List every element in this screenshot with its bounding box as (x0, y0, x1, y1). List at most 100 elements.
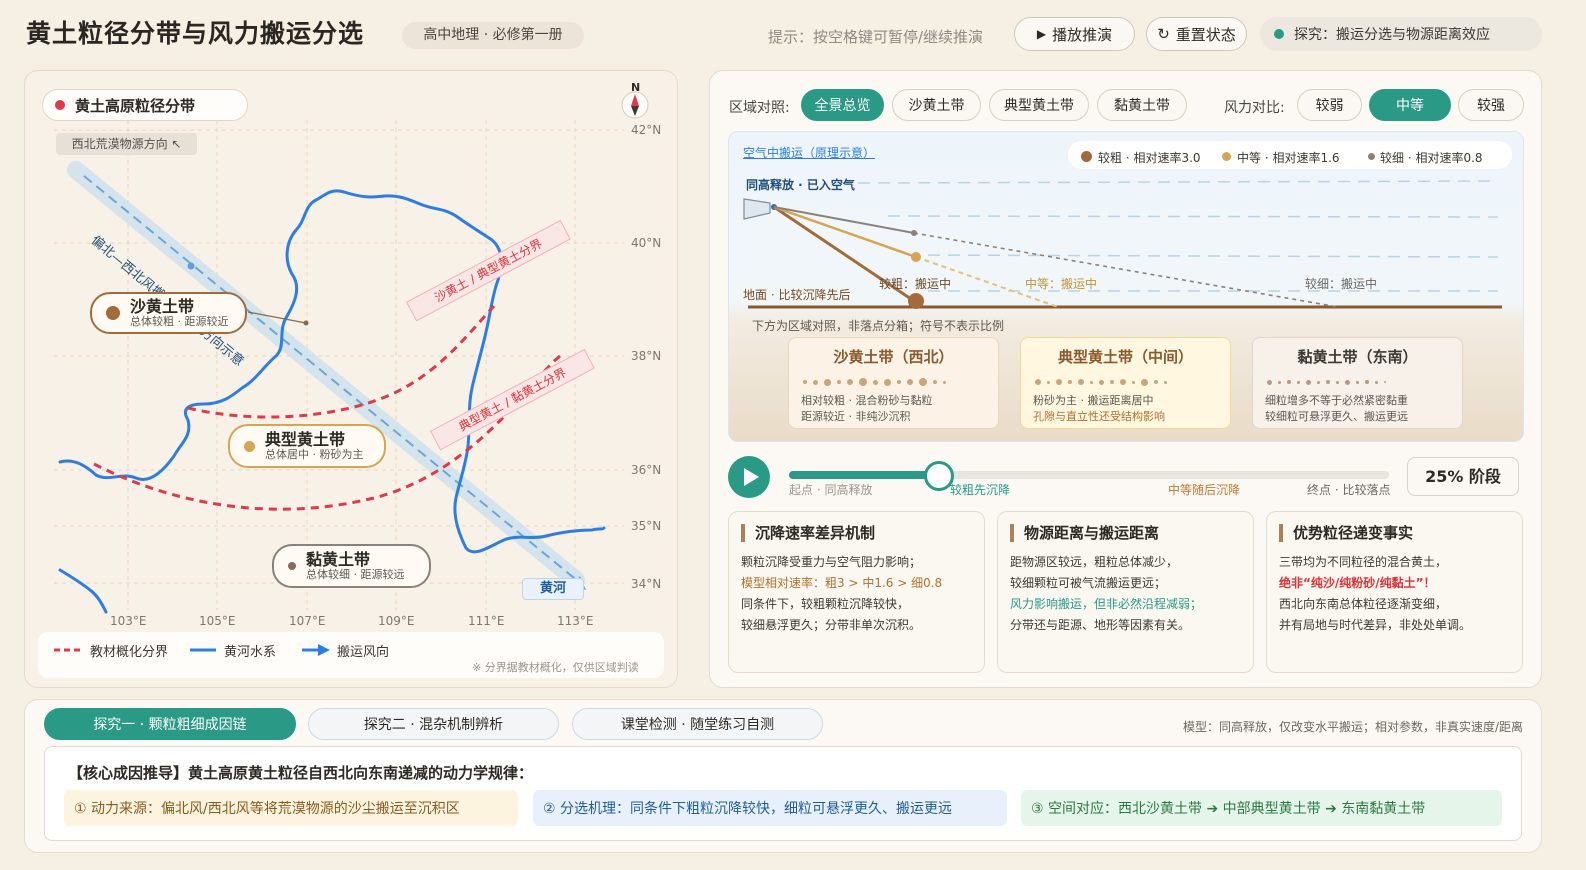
zone-card-sand-title: 沙黄土带（西北） (833, 348, 954, 366)
zone-card-sand-desc-2: 距源较近 · 非纯沙沉积 (801, 410, 911, 423)
info-card-distance-line: 距物源区较远，粗粒总体减少， (1010, 555, 1179, 569)
info-card-gradient-line: 西北向东南总体粒径逐渐变细， (1279, 597, 1448, 611)
reset-state-button[interactable]: ↻ 重置状态 (1146, 17, 1247, 51)
lon-label: 105°E (199, 614, 236, 628)
info-card-distance-line: 分带还与距源、地形等因素有关。 (1010, 618, 1191, 632)
zone-sand-dot-icon (106, 306, 120, 320)
tab-quiz[interactable]: 课堂检测 · 随堂练习自测 (572, 708, 823, 740)
zone-clay-desc: 总体较细 · 距源较远 (306, 568, 405, 581)
timeline-play-button[interactable] (728, 456, 770, 498)
zone-clay-dot-icon (288, 562, 296, 570)
info-card-gradient: 优势粒径递变事实 三带均为不同粒径的混合黄土， 绝非“纯沙/纯粉砂/纯黏土”！ … (1266, 511, 1523, 673)
info-card-gradient-line: 并有局地与时代差异，非处处单调。 (1279, 618, 1472, 632)
status-dot-icon (1274, 29, 1284, 39)
medium-trajectory (773, 205, 917, 259)
lon-label: 103°E (110, 614, 147, 628)
ground-label: 地面 · 比较沉降先后 (743, 288, 851, 302)
medium-status: 中等：搬运中 (1025, 277, 1098, 291)
wind-option-strong[interactable]: 较强 (1458, 89, 1524, 121)
fine-particle (911, 230, 917, 236)
zone-sand-name: 沙黄土带 (130, 297, 195, 316)
legend-wind-arrow-icon (318, 644, 330, 656)
explore-topic-label: 探究：搬运分选与物源距离效应 (1294, 27, 1490, 43)
source-direction-chip: 西北荒漠物源方向 ↖ (56, 133, 197, 155)
wind-option-weak[interactable]: 较弱 (1297, 89, 1362, 121)
zone-sand-desc: 总体较粗 · 距源较近 (130, 315, 229, 328)
zone-card-sand[interactable]: 沙黄土带（西北） 相对较粗 · 混合粉砂与黏粒 距源较近 · 非纯沙沉积 (788, 337, 999, 429)
info-card-settling: 沉降速率差异机制 颗粒沉降受重力与空气阻力影响； 模型相对速率：粗3 > 中1.… (728, 511, 985, 673)
grain-sample-sand (801, 375, 986, 389)
coarse-status: 较粗：搬运中 (879, 277, 952, 291)
zone-label-typical[interactable]: 典型黄土带 总体居中 · 粉砂为主 (228, 424, 386, 468)
model-note: 模型：同高释放，仅改变水平搬运；相对参数，非真实速度/距离 (1183, 720, 1524, 734)
zone-card-clay-desc-1: 细粒增多不等于必然紧密黏重 (1265, 394, 1408, 407)
lat-label: 34°N (631, 577, 662, 591)
legend-fine-label: 较细 · 相对速率0.8 (1380, 151, 1483, 165)
info-card-settling-line: 颗粒沉降受重力与空气阻力影响； (741, 555, 922, 569)
timeline-tick-end: 终点 · 比较落点 (1307, 483, 1391, 497)
zone-label-sand[interactable]: 沙黄土带 总体较粗 · 距源较近 (90, 292, 247, 334)
release-nozzle-icon (743, 198, 771, 220)
region-compare-label: 区域对照: (729, 100, 790, 116)
info-card-settling-title: 沉降速率差异机制 (741, 524, 972, 542)
zone-card-typical-desc-1: 粉砂为主 · 搬运距离居中 (1033, 394, 1154, 407)
medium-particle (911, 252, 921, 262)
zone-typical-name: 典型黄土带 (265, 430, 346, 449)
zone-card-typical-desc-2: 孔隙与直立性还受结构影响 (1033, 410, 1165, 423)
zone-card-typical-title: 典型黄土带（中间） (1057, 348, 1193, 366)
lat-label: 40°N (631, 236, 662, 250)
reset-state-label: 重置状态 (1175, 25, 1236, 44)
timeline-tick-medium: 中等随后沉降 (1168, 483, 1241, 497)
yellow-river-label: 黄河 (522, 578, 584, 600)
wind-compare-label: 风力对比: (1224, 100, 1285, 116)
legend-wind-label: 搬运风向 (337, 645, 390, 660)
info-card-distance-line: 较细颗粒可被气流搬运更远； (1010, 576, 1167, 590)
zone-card-clay-desc-2: 较细粒可悬浮更久、搬运更远 (1265, 410, 1408, 423)
derivation-step-2: ② 分选机理：同条件下粗粒沉降较快，细粒可悬浮更久、搬运更远 (533, 790, 1007, 826)
zone-label-clay[interactable]: 黏黄土带 总体较细 · 距源较远 (272, 544, 431, 588)
region-tab-typical[interactable]: 典型黄土带 (989, 89, 1089, 121)
legend-coarse-icon (1081, 151, 1092, 162)
airflow-lines (857, 180, 1499, 292)
coarse-particle (908, 293, 924, 309)
lon-label: 113°E (557, 614, 594, 628)
legend-note: ※ 分界据教材概化，仅供区域判读 (472, 661, 639, 674)
map-title: 黄土高原粒径分带 (42, 89, 248, 121)
tab-inquiry-1[interactable]: 探究一 · 颗粒粗细成因链 (44, 708, 296, 740)
legend-medium-label: 中等 · 相对速率1.6 (1237, 151, 1340, 165)
core-derivation-title: 【核心成因推导】黄土高原黄土粒径自西北向东南递减的动力学规律： (68, 764, 534, 782)
region-tab-clay[interactable]: 黏黄土带 (1097, 89, 1187, 121)
zone-clay-name: 黏黄土带 (306, 550, 371, 569)
legend-coarse-label: 较粗 · 相对速率3.0 (1098, 151, 1201, 165)
zone-card-clay-title: 黏黄土带（东南） (1297, 348, 1418, 366)
region-tab-sand[interactable]: 沙黄土带 (892, 89, 981, 121)
tab-inquiry-2[interactable]: 探究二 · 混杂机制辨析 (308, 708, 559, 740)
keyboard-hint: 提示：按空格键可暂停/继续推演 (768, 28, 984, 46)
info-card-distance-line: 风力影响搬运，但非必然沿程减弱； (1010, 597, 1203, 611)
region-tab-overview[interactable]: 全景总览 (801, 89, 884, 121)
explore-topic-chip: 探究：搬运分选与物源距离效应 (1260, 17, 1542, 51)
lat-label: 36°N (631, 463, 662, 477)
river-tributary-path (58, 568, 108, 614)
lat-label: 42°N (631, 123, 662, 137)
lon-label: 107°E (289, 614, 326, 628)
info-card-settling-line: 较细悬浮更久；分带非单次沉积。 (741, 618, 922, 632)
legend-boundary-label: 教材概化分界 (90, 645, 169, 660)
fine-trajectory-projection (913, 232, 1339, 308)
play-simulation-button[interactable]: ▶ 播放推演 (1014, 17, 1135, 51)
info-card-distance: 物源距离与搬运距离 距物源区较远，粗粒总体减少， 较细颗粒可被气流搬运更远； 风… (997, 511, 1254, 673)
grain-sample-clay (1265, 375, 1450, 389)
info-card-distance-title: 物源距离与搬运距离 (1010, 524, 1241, 542)
reset-icon: ↻ (1157, 25, 1170, 43)
timeline-tick-coarse: 较粗先沉降 (950, 483, 1011, 497)
zone-card-clay[interactable]: 黏黄土带（东南） 细粒增多不等于必然紧密黏重 较细粒可悬浮更久、搬运更远 (1252, 337, 1463, 429)
lat-label: 38°N (631, 349, 662, 363)
derivation-step-1: ① 动力来源：偏北风/西北风等将荒漠物源的沙尘搬运至沉积区 (64, 790, 518, 826)
grade-badge: 高中地理 · 必修第一册 (402, 22, 584, 49)
fine-status: 较细：搬运中 (1305, 277, 1378, 291)
zone-card-typical[interactable]: 典型黄土带（中间） 粉砂为主 · 搬运距离居中 孔隙与直立性还受结构影响 (1020, 337, 1231, 429)
wind-option-medium[interactable]: 中等 (1369, 89, 1451, 121)
compass-north-label: N (631, 81, 641, 94)
wind-direction-line (83, 175, 580, 583)
timeline-tick-start: 起点 · 同高释放 (789, 483, 873, 497)
